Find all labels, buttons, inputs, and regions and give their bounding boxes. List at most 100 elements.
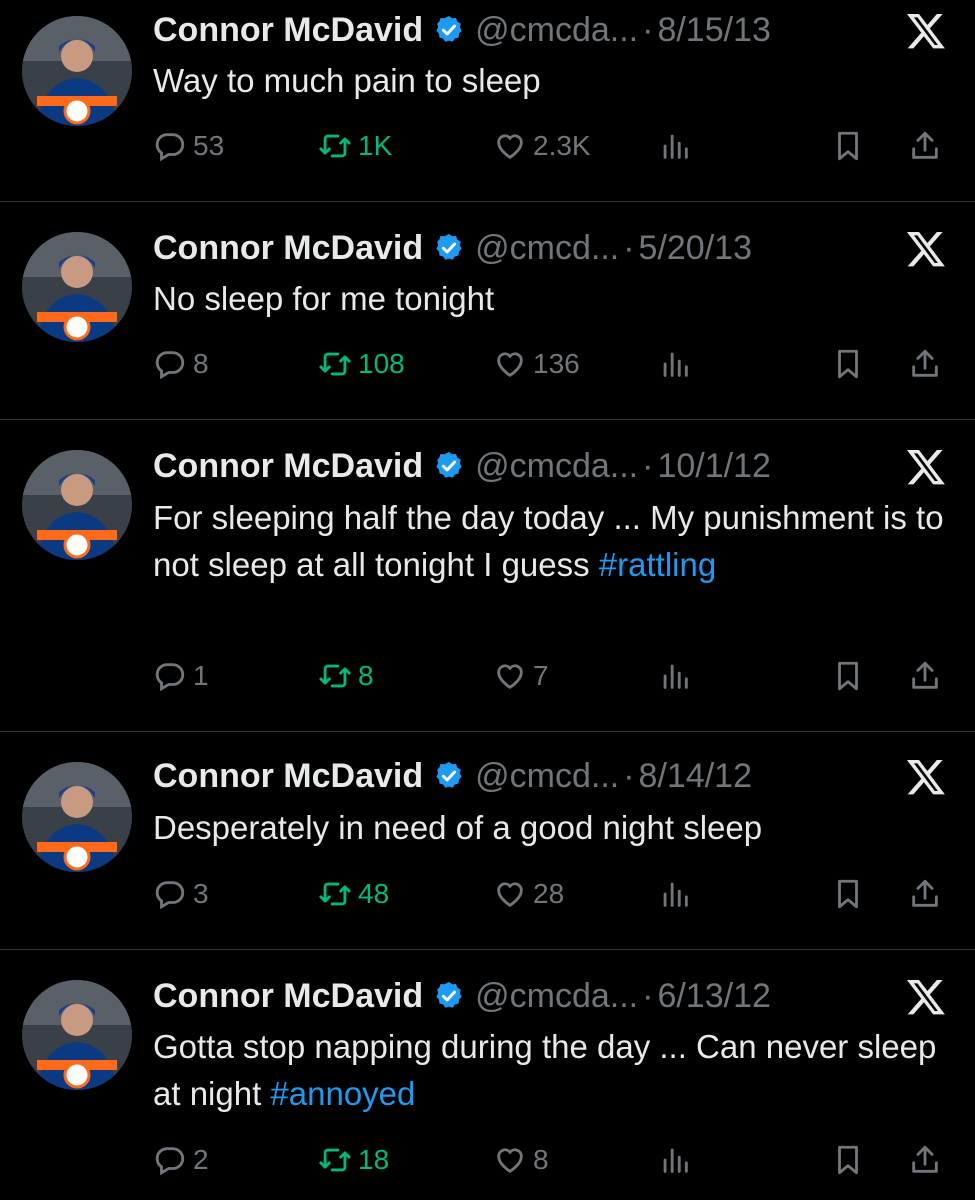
avatar[interactable] bbox=[22, 450, 132, 560]
tweet-date[interactable]: 6/13/12 bbox=[657, 977, 770, 1016]
reply-count: 2 bbox=[193, 1144, 209, 1175]
tweet-date[interactable]: 10/1/12 bbox=[657, 447, 770, 486]
like-button[interactable]: 8 bbox=[493, 1140, 549, 1180]
display-name[interactable]: Connor McDavid bbox=[153, 11, 423, 50]
retweet-button[interactable]: 48 bbox=[318, 874, 389, 914]
tweet-header: Connor McDavid @cmcda... · 6/13/12 bbox=[153, 976, 771, 1016]
share-button[interactable] bbox=[908, 1140, 948, 1180]
share-button[interactable] bbox=[908, 874, 948, 914]
like-count: 2.3K bbox=[533, 130, 591, 161]
reply-icon bbox=[155, 881, 185, 910]
hashtag-link[interactable]: #rattling bbox=[599, 546, 716, 583]
avatar[interactable] bbox=[22, 762, 132, 872]
x-logo-icon bbox=[906, 450, 945, 485]
retweet-icon bbox=[319, 134, 351, 158]
tweet-text: For sleeping half the day today ... My p… bbox=[153, 494, 953, 588]
reply-button[interactable]: 8 bbox=[153, 344, 209, 384]
views-button[interactable] bbox=[658, 656, 698, 696]
views-icon bbox=[663, 352, 688, 377]
like-icon bbox=[497, 664, 523, 690]
display-name[interactable]: Connor McDavid bbox=[153, 447, 423, 486]
hashtag-link[interactable]: #annoyed bbox=[270, 1075, 415, 1112]
bookmark-button[interactable] bbox=[831, 656, 871, 696]
bookmark-icon bbox=[838, 1145, 858, 1175]
user-handle[interactable]: @cmcda... bbox=[475, 977, 638, 1016]
retweet-count: 1K bbox=[358, 130, 393, 161]
share-icon bbox=[912, 661, 938, 689]
views-button[interactable] bbox=[658, 874, 698, 914]
bookmark-icon bbox=[838, 349, 858, 379]
tweet-date[interactable]: 8/15/13 bbox=[657, 11, 770, 50]
reply-button[interactable]: 2 bbox=[153, 1140, 209, 1180]
retweet-icon bbox=[319, 882, 351, 906]
bookmark-button[interactable] bbox=[831, 874, 871, 914]
reply-count: 53 bbox=[193, 130, 225, 161]
retweet-button[interactable]: 1K bbox=[318, 126, 392, 166]
views-button[interactable] bbox=[658, 344, 698, 384]
user-handle[interactable]: @cmcda... bbox=[475, 447, 638, 486]
bookmark-icon bbox=[838, 879, 858, 909]
like-button[interactable]: 136 bbox=[493, 344, 580, 384]
like-button[interactable]: 7 bbox=[493, 656, 549, 696]
share-button[interactable] bbox=[908, 656, 948, 696]
action-bar: 1 8 7 bbox=[153, 656, 953, 696]
tweet-header: Connor McDavid @cmcd... · 5/20/13 bbox=[153, 228, 752, 268]
display-name[interactable]: Connor McDavid bbox=[153, 757, 423, 796]
share-button[interactable] bbox=[908, 126, 948, 166]
views-button[interactable] bbox=[658, 1140, 698, 1180]
views-icon bbox=[663, 664, 688, 689]
verified-badge-icon bbox=[436, 982, 462, 1008]
like-count: 136 bbox=[533, 348, 580, 379]
like-button[interactable]: 2.3K bbox=[493, 126, 591, 166]
user-handle[interactable]: @cmcd... bbox=[475, 229, 619, 268]
verified-badge-icon bbox=[436, 452, 462, 478]
tweet-body-text: For sleeping half the day today ... My p… bbox=[153, 499, 944, 583]
bookmark-button[interactable] bbox=[831, 126, 871, 166]
reply-button[interactable]: 1 bbox=[153, 656, 209, 696]
retweet-icon bbox=[319, 1148, 351, 1172]
share-icon bbox=[912, 1145, 938, 1173]
tweet[interactable]: Connor McDavid @cmcd... · 8/14/12 Desper… bbox=[0, 732, 975, 950]
separator-dot: · bbox=[623, 756, 635, 795]
tweet[interactable]: Connor McDavid @cmcda... · 10/1/12 For s… bbox=[0, 420, 975, 732]
bookmark-icon bbox=[838, 661, 858, 691]
retweet-button[interactable]: 18 bbox=[318, 1140, 389, 1180]
user-handle[interactable]: @cmcda... bbox=[475, 11, 638, 50]
tweet-feed: Connor McDavid @cmcda... · 8/15/13 Way t… bbox=[0, 0, 975, 1200]
tweet-date[interactable]: 5/20/13 bbox=[639, 229, 752, 268]
views-button[interactable] bbox=[658, 126, 698, 166]
display-name[interactable]: Connor McDavid bbox=[153, 977, 423, 1016]
retweet-icon bbox=[319, 352, 351, 376]
verified-badge-icon bbox=[436, 234, 462, 260]
user-handle[interactable]: @cmcd... bbox=[475, 757, 619, 796]
bookmark-button[interactable] bbox=[831, 344, 871, 384]
tweet[interactable]: Connor McDavid @cmcda... · 8/15/13 Way t… bbox=[0, 0, 975, 202]
retweet-button[interactable]: 8 bbox=[318, 656, 374, 696]
tweet-body-text: Desperately in need of a good night slee… bbox=[153, 809, 763, 846]
tweet-date[interactable]: 8/14/12 bbox=[639, 757, 752, 796]
reply-count: 8 bbox=[193, 348, 209, 379]
like-button[interactable]: 28 bbox=[493, 874, 564, 914]
x-logo-icon bbox=[906, 14, 945, 49]
tweet[interactable]: Connor McDavid @cmcda... · 6/13/12 Gotta… bbox=[0, 950, 975, 1200]
avatar[interactable] bbox=[22, 232, 132, 342]
separator-dot: · bbox=[642, 976, 654, 1015]
action-bar: 2 18 8 bbox=[153, 1140, 953, 1180]
retweet-icon bbox=[319, 664, 351, 688]
bookmark-button[interactable] bbox=[831, 1140, 871, 1180]
share-icon bbox=[912, 131, 938, 159]
tweet-body-text: No sleep for me tonight bbox=[153, 280, 495, 317]
verified-badge-icon bbox=[436, 16, 462, 42]
retweet-button[interactable]: 108 bbox=[318, 344, 405, 384]
retweet-count: 108 bbox=[358, 348, 405, 379]
display-name[interactable]: Connor McDavid bbox=[153, 229, 423, 268]
avatar[interactable] bbox=[22, 16, 132, 126]
like-count: 8 bbox=[533, 1144, 549, 1175]
reply-button[interactable]: 53 bbox=[153, 126, 224, 166]
bookmark-icon bbox=[838, 131, 858, 161]
avatar[interactable] bbox=[22, 980, 132, 1090]
share-button[interactable] bbox=[908, 344, 948, 384]
tweet[interactable]: Connor McDavid @cmcd... · 5/20/13 No sle… bbox=[0, 202, 975, 420]
reply-button[interactable]: 3 bbox=[153, 874, 209, 914]
reply-icon bbox=[155, 133, 185, 162]
